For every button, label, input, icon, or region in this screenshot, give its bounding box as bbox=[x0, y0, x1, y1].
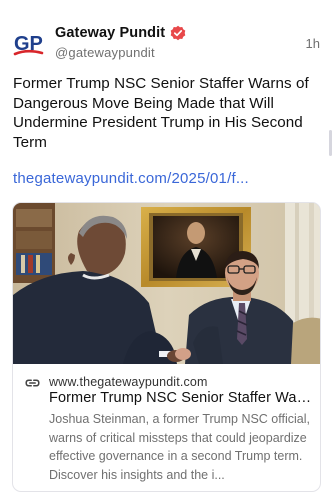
post-link[interactable]: thegatewaypundit.com/2025/01/f... bbox=[13, 170, 273, 187]
link-preview-card[interactable]: www.thegatewaypundit.com Former Trump NS… bbox=[12, 202, 321, 492]
author-handle[interactable]: @gatewaypundit bbox=[55, 45, 324, 60]
author-name-row: Gateway Pundit bbox=[55, 24, 324, 42]
link-icon bbox=[25, 376, 40, 390]
link-preview-domain: www.thegatewaypundit.com bbox=[49, 375, 208, 389]
author-block: Gateway Pundit @gatewaypundit bbox=[55, 24, 324, 64]
link-preview-title[interactable]: Former Trump NSC Senior Staffer War... bbox=[49, 390, 313, 406]
post-timestamp[interactable]: 1h bbox=[306, 36, 320, 51]
link-preview-meta: www.thegatewaypundit.com Former Trump NS… bbox=[13, 364, 320, 491]
scrollbar-thumb[interactable] bbox=[329, 130, 332, 156]
author-avatar[interactable]: GP bbox=[12, 30, 46, 58]
link-preview-description: Joshua Steinman, a former Trump NSC offi… bbox=[49, 412, 310, 482]
link-preview-image bbox=[13, 203, 320, 364]
verified-badge-icon bbox=[170, 25, 186, 41]
post-text: Former Trump NSC Senior Staffer Warns of… bbox=[13, 75, 309, 151]
feed-post: GP Gateway Pundit @gatewaypundit 1h Form… bbox=[0, 0, 334, 500]
author-name[interactable]: Gateway Pundit bbox=[55, 25, 165, 41]
